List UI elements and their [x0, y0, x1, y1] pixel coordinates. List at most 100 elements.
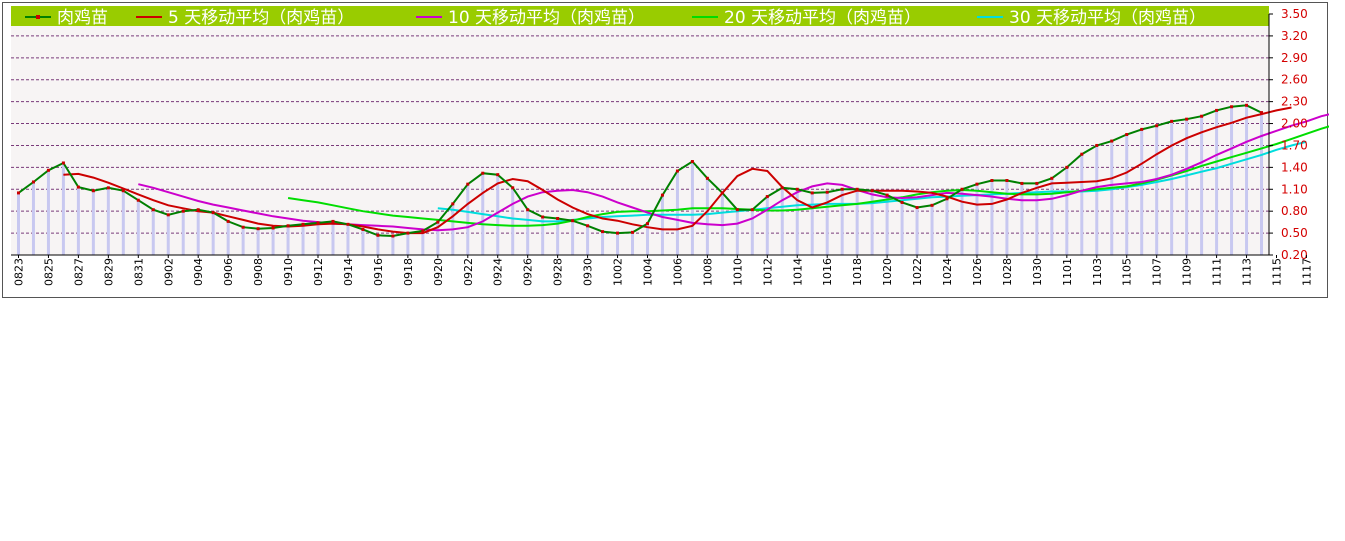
volume-bar: [765, 196, 769, 255]
data-point: [421, 229, 425, 233]
data-point: [1215, 108, 1219, 112]
x-tick-label: 1103: [1091, 258, 1104, 286]
x-tick-label: 1028: [1001, 258, 1014, 286]
volume-bar: [46, 170, 50, 255]
data-point: [61, 161, 65, 165]
data-point: [825, 190, 829, 194]
volume-bar: [301, 224, 305, 255]
volume-bar: [271, 227, 275, 255]
volume-bar: [780, 187, 784, 255]
volume-bar: [1140, 129, 1144, 255]
volume-bar: [705, 178, 709, 255]
volume-bar: [526, 209, 530, 255]
volume-bar: [361, 229, 365, 255]
x-tick-label: 1012: [761, 258, 774, 286]
data-point: [196, 208, 200, 212]
data-point: [226, 219, 230, 223]
x-tick-label: 0823: [13, 258, 26, 286]
data-point: [690, 160, 694, 164]
volume-bar: [1080, 154, 1084, 255]
volume-bar: [675, 171, 679, 255]
data-point: [376, 233, 380, 237]
volume-bar: [1230, 106, 1234, 256]
volume-bar: [735, 209, 739, 255]
data-point: [1245, 103, 1249, 107]
chart-frame: 肉鸡苗 5 天移动平均（肉鸡苗） 10 天移动平均（肉鸡苗） 20 天移动平均（肉鸡苗…: [2, 2, 1329, 298]
x-tick-label: 0918: [402, 258, 415, 286]
x-tick-label: 0825: [42, 258, 55, 286]
volume-bar: [406, 233, 410, 255]
x-tick-label: 0924: [492, 258, 505, 286]
legend-label: 5 天移动平均（肉鸡苗）: [168, 8, 354, 28]
data-point: [466, 182, 470, 186]
volume-bar: [571, 220, 575, 255]
y-tick-label: 2.00: [1281, 117, 1308, 131]
volume-bar: [496, 174, 500, 255]
data-point: [1140, 127, 1144, 131]
data-point: [780, 186, 784, 190]
volume-bar: [136, 200, 140, 255]
x-tick-label: 1101: [1061, 258, 1074, 286]
legend-label: 肉鸡苗: [57, 8, 108, 28]
x-tick-label: 1022: [911, 258, 924, 286]
data-point: [451, 202, 455, 206]
x-tick-label: 0829: [102, 258, 115, 286]
volume-bar: [31, 181, 35, 255]
data-point: [930, 203, 934, 207]
y-tick-label: 1.10: [1281, 182, 1308, 196]
data-point: [1020, 181, 1024, 185]
volume-bar: [1245, 105, 1249, 256]
volume-bar: [121, 190, 125, 255]
volume-bar: [316, 222, 320, 255]
volume-bar: [960, 189, 964, 255]
x-tick-label: 1016: [821, 258, 834, 286]
volume-bar: [1005, 180, 1009, 255]
data-point: [211, 211, 215, 215]
data-point: [91, 189, 95, 193]
data-point: [541, 215, 545, 219]
volume-bar: [915, 207, 919, 255]
data-point: [46, 168, 50, 172]
y-tick-label: 3.50: [1281, 7, 1308, 21]
data-point: [256, 227, 260, 231]
data-point: [361, 227, 365, 231]
legend-label: 20 天移动平均（肉鸡苗）: [724, 8, 921, 28]
x-tick-label: 1026: [971, 258, 984, 286]
x-tick-label: 1004: [642, 258, 655, 286]
y-tick-label: 0.80: [1281, 204, 1308, 218]
data-point: [795, 187, 799, 191]
data-point: [631, 230, 635, 234]
data-point: [900, 200, 904, 204]
data-point: [735, 208, 739, 212]
data-point: [1125, 133, 1129, 136]
volume-bar: [750, 209, 754, 255]
x-tick-label: 1111: [1211, 258, 1224, 286]
volume-bar: [391, 236, 395, 255]
data-point: [481, 171, 485, 175]
data-point: [1200, 114, 1204, 118]
volume-bar: [900, 202, 904, 255]
volume-bar: [1110, 141, 1114, 255]
volume-bar: [930, 205, 934, 255]
volume-bar: [331, 221, 335, 255]
data-point: [136, 198, 140, 202]
volume-bar: [541, 217, 545, 255]
data-point: [675, 169, 679, 173]
data-point: [526, 208, 530, 212]
data-point: [870, 189, 874, 193]
volume-bar: [855, 189, 859, 255]
data-point: [705, 176, 709, 180]
x-tick-label: 1115: [1271, 258, 1284, 286]
volume-bar: [1215, 110, 1219, 256]
x-tick-label: 0922: [462, 258, 475, 286]
data-point: [181, 209, 185, 213]
volume-bar: [226, 221, 230, 255]
x-tick-label: 1002: [612, 258, 625, 286]
x-tick-label: 0916: [372, 258, 385, 286]
data-point: [331, 219, 335, 223]
volume-bar: [286, 225, 290, 255]
data-point: [990, 179, 994, 183]
data-point: [586, 224, 590, 228]
data-point: [1080, 152, 1084, 156]
data-point: [1065, 165, 1069, 169]
